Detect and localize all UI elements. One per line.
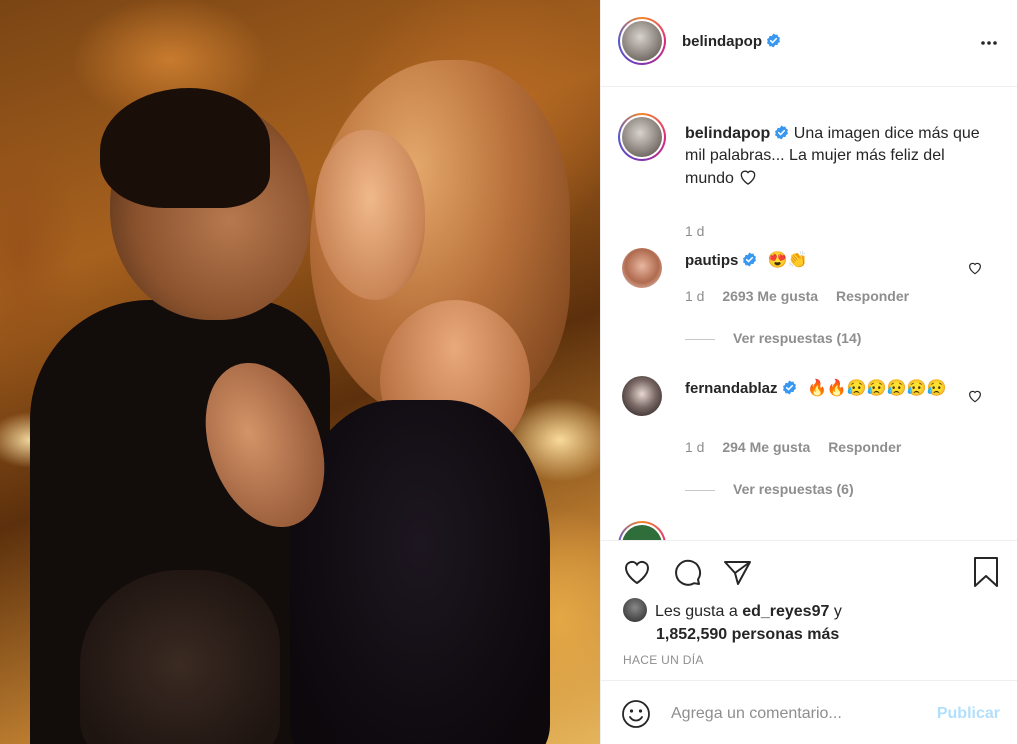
photo-man-hair: [100, 88, 270, 208]
post-actions: Les gusta a ed_reyes97 y 1,852,590 perso…: [601, 540, 1017, 680]
heart-outline-icon: [741, 170, 756, 185]
verified-badge-icon: [775, 125, 789, 140]
caption-avatar[interactable]: [618, 113, 666, 161]
commenter-username[interactable]: pautips: [685, 252, 738, 269]
comments-list[interactable]: belindapop Una imagen dice más que mil p…: [601, 88, 1017, 540]
comment-age[interactable]: 1 d: [685, 288, 704, 304]
caption-age[interactable]: 1 d: [685, 223, 704, 239]
likes-summary: Les gusta a ed_reyes97 y 1,852,590 perso…: [623, 598, 842, 646]
comment-meta: 1 d 294 Me gusta Responder: [685, 439, 915, 455]
comment-meta: 1 d 2693 Me gusta Responder: [685, 288, 923, 304]
likes-prefix: Les gusta a: [655, 603, 738, 620]
liker-username[interactable]: ed_reyes97: [742, 603, 829, 620]
comment-like-heart-icon[interactable]: [967, 260, 983, 276]
commenter-avatar[interactable]: [622, 376, 662, 416]
commenter-username[interactable]: fernandablaz: [685, 380, 778, 397]
add-comment-bar: Publicar: [601, 680, 1017, 744]
comment-bubble-icon[interactable]: [671, 556, 703, 588]
comment-input[interactable]: [671, 701, 921, 727]
next-comment-avatar[interactable]: [618, 521, 666, 540]
verified-badge-icon: [767, 33, 780, 48]
commenter-avatar[interactable]: [622, 248, 662, 288]
like-heart-icon[interactable]: [621, 556, 653, 588]
likes-joiner: y: [833, 603, 842, 620]
reply-button[interactable]: Responder: [836, 288, 909, 304]
comment-likes[interactable]: 2693 Me gusta: [722, 288, 818, 304]
replies-divider: [685, 338, 715, 340]
view-replies-label: Ver respuestas (6): [733, 481, 854, 497]
post-timestamp[interactable]: HACE UN DÍA: [623, 653, 704, 667]
view-replies-button[interactable]: Ver respuestas (14): [685, 330, 861, 346]
post-photo[interactable]: [0, 0, 600, 744]
comment-like-heart-icon[interactable]: [967, 388, 983, 404]
comment-age[interactable]: 1 d: [685, 439, 704, 455]
author-username-text[interactable]: belindapop: [682, 33, 762, 50]
comment-likes[interactable]: 294 Me gusta: [722, 439, 810, 455]
comment-body: 🔥🔥😥😥😥😥😥: [806, 380, 947, 397]
more-horizontal-icon[interactable]: [979, 33, 999, 53]
publish-button[interactable]: Publicar: [937, 705, 1000, 723]
author-username[interactable]: belindapop: [682, 33, 781, 50]
verified-badge-icon: [743, 252, 757, 267]
emoji-icon[interactable]: [621, 699, 651, 729]
replies-divider: [685, 489, 715, 491]
reply-button[interactable]: Responder: [828, 439, 901, 455]
liker-avatar[interactable]: [623, 598, 647, 622]
view-replies-label: Ver respuestas (14): [733, 330, 862, 346]
photo-tattoo-arm: [80, 570, 280, 744]
likes-count[interactable]: 1,852,590 personas más: [656, 626, 839, 643]
caption-text: belindapop Una imagen dice más que mil p…: [685, 123, 995, 190]
verified-badge-icon: [782, 380, 796, 395]
share-paper-plane-icon[interactable]: [721, 556, 753, 588]
caption-username[interactable]: belindapop: [685, 125, 770, 142]
save-bookmark-icon[interactable]: [970, 556, 1002, 588]
post-header: belindapop: [601, 0, 1017, 87]
comment-body: 😍👏: [767, 252, 808, 269]
post-side-panel: belindapop belindapop Una imagen dice má…: [600, 0, 1017, 744]
author-avatar[interactable]: [618, 17, 666, 65]
photo-dress: [290, 400, 550, 744]
view-replies-button[interactable]: Ver respuestas (6): [685, 481, 854, 497]
comment-text: pautips 😍👏: [685, 250, 965, 272]
comment-text: fernandablaz 🔥🔥😥😥😥😥😥: [685, 378, 960, 400]
